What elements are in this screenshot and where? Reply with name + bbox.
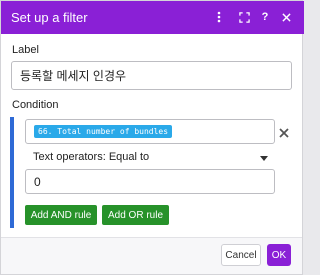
ok-button[interactable]: OK <box>267 244 291 266</box>
remove-icon[interactable] <box>279 125 293 139</box>
operator-select[interactable]: Text operators: Equal to <box>25 147 275 167</box>
dialog-body: Label 등록할 메세지 인경우 Condition 66. Total nu… <box>1 34 302 234</box>
vertical-ellipsis-icon[interactable] <box>211 8 227 26</box>
question-icon[interactable]: ? <box>257 8 273 26</box>
add-and-rule-button[interactable]: Add AND rule <box>25 205 97 225</box>
operator-select-value: Text operators: Equal to <box>33 151 150 163</box>
condition-value-field[interactable]: 0 <box>25 169 275 194</box>
filter-setup-dialog: Set up a filter ? Label 등록할 메세지 인경우 Cond… <box>0 0 304 275</box>
caret-down-icon <box>260 156 268 161</box>
label-field-label: Label <box>12 44 39 56</box>
condition-operand-field[interactable]: 66. Total number of bundles <box>25 119 275 144</box>
label-input[interactable]: 등록할 메세지 인경우 <box>11 61 292 90</box>
dialog-title: Set up a filter <box>11 10 88 25</box>
condition-label: Condition <box>12 99 59 111</box>
dialog-footer: Cancel OK <box>1 238 302 274</box>
expand-arrows-icon[interactable] <box>236 8 252 26</box>
cancel-button[interactable]: Cancel <box>221 244 261 266</box>
dialog-titlebar: Set up a filter ? <box>1 1 304 34</box>
label-input-value: 등록할 메세지 인경우 <box>20 69 127 83</box>
operand-pill[interactable]: 66. Total number of bundles <box>34 125 173 138</box>
add-or-rule-button[interactable]: Add OR rule <box>102 205 169 225</box>
condition-group-bar <box>10 117 14 228</box>
condition-value: 0 <box>34 174 41 189</box>
close-icon[interactable] <box>278 8 294 26</box>
